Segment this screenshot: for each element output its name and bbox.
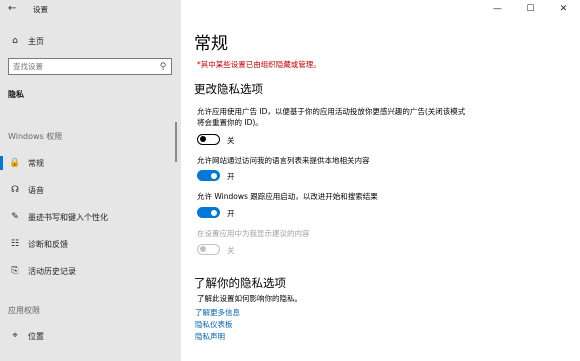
sidebar-scrollbar[interactable]: [175, 122, 177, 162]
lock-icon: 🔒: [9, 158, 21, 168]
windows-permissions-header: Windows 权限: [8, 132, 63, 141]
search-box[interactable]: 查找设置 ⚲: [8, 58, 172, 75]
sidebar: ← 设置 ⌂ 主页 查找设置 ⚲ 隐私 Windows 权限 🔒 常规 ☊ 语音…: [0, 0, 181, 361]
home-icon: ⌂: [12, 36, 18, 46]
back-arrow-icon[interactable]: ←: [8, 3, 16, 14]
sidebar-item-diagnostics[interactable]: ☷ 诊断和反馈: [0, 233, 181, 255]
sidebar-item-home[interactable]: ⌂ 主页: [0, 30, 181, 52]
privacy-statement-link[interactable]: 隐私声明: [195, 331, 225, 342]
policy-warning: *其中某些设置已由组织隐藏或管理。: [197, 60, 321, 69]
language-list-state: 开: [227, 172, 235, 181]
track-app-launch-toggle[interactable]: [197, 207, 220, 218]
sidebar-item-activity-history[interactable]: ⎘ 活动历史记录: [0, 260, 181, 282]
sidebar-item-general[interactable]: 🔒 常规: [0, 152, 181, 174]
sidebar-item-label: 活动历史记录: [28, 266, 76, 276]
sidebar-item-label: 语音: [28, 185, 44, 195]
location-icon: ⌖: [12, 331, 18, 341]
sidebar-item-label: 诊断和反馈: [28, 239, 68, 249]
close-icon[interactable]: ✕: [547, 0, 580, 18]
sidebar-item-label: 位置: [28, 331, 44, 341]
track-app-launch-description: 允许 Windows 跟踪应用启动，以改进开始和搜索结果: [197, 192, 378, 201]
toggle-knob: [200, 136, 206, 143]
sidebar-item-label: 常规: [28, 158, 44, 168]
sidebar-item-inking-typing[interactable]: ✎ 墨迹书写和键入个性化: [0, 206, 181, 228]
know-privacy-description: 了解此设置如何影响你的隐私。: [197, 294, 302, 303]
maximize-icon[interactable]: ☐: [514, 0, 547, 18]
current-section-heading: 隐私: [8, 90, 24, 99]
suggested-content-description: 在设置应用中为我显示建议的内容: [197, 229, 310, 238]
suggested-content-state: 关: [227, 246, 235, 255]
sidebar-item-speech[interactable]: ☊ 语音: [0, 179, 181, 201]
section-heading-know-privacy: 了解你的隐私选项: [194, 276, 286, 290]
diagnostics-icon: ☷: [10, 239, 20, 249]
sidebar-item-location[interactable]: ⌖ 位置: [0, 325, 181, 347]
page-title: 常规: [194, 34, 228, 54]
language-list-description: 允许网站通过访问我的语言列表来提供本地相关内容: [197, 156, 370, 165]
section-heading-privacy-options: 更改隐私选项: [194, 82, 263, 96]
search-icon[interactable]: ⚲: [155, 62, 171, 72]
app-permissions-header: 应用权限: [8, 306, 40, 315]
privacy-dashboard-link[interactable]: 隐私仪表板: [195, 319, 233, 330]
learn-more-link[interactable]: 了解更多信息: [195, 307, 240, 318]
window-controls: — ☐ ✕: [481, 0, 580, 18]
sidebar-item-label: 主页: [28, 36, 44, 46]
advertising-id-state: 关: [227, 136, 235, 145]
language-list-toggle[interactable]: [197, 170, 220, 181]
advertising-id-toggle[interactable]: [197, 134, 220, 145]
speech-icon: ☊: [11, 185, 19, 195]
window-title: 设置: [33, 5, 48, 14]
toggle-knob: [211, 172, 217, 179]
toggle-knob: [200, 246, 206, 253]
track-app-launch-state: 开: [227, 209, 235, 218]
suggested-content-toggle: [197, 244, 220, 255]
pen-keyboard-icon: ✎: [11, 212, 19, 222]
search-input[interactable]: 查找设置: [9, 61, 155, 72]
advertising-id-description: 允许应用使用广告 ID，以便基于你的应用活动投放你更感兴趣的广告(关闭该模式将会…: [197, 107, 466, 127]
toggle-knob: [211, 209, 217, 216]
minimize-icon[interactable]: —: [481, 0, 514, 18]
sidebar-item-label: 墨迹书写和键入个性化: [28, 212, 108, 222]
history-icon: ⎘: [11, 266, 19, 276]
